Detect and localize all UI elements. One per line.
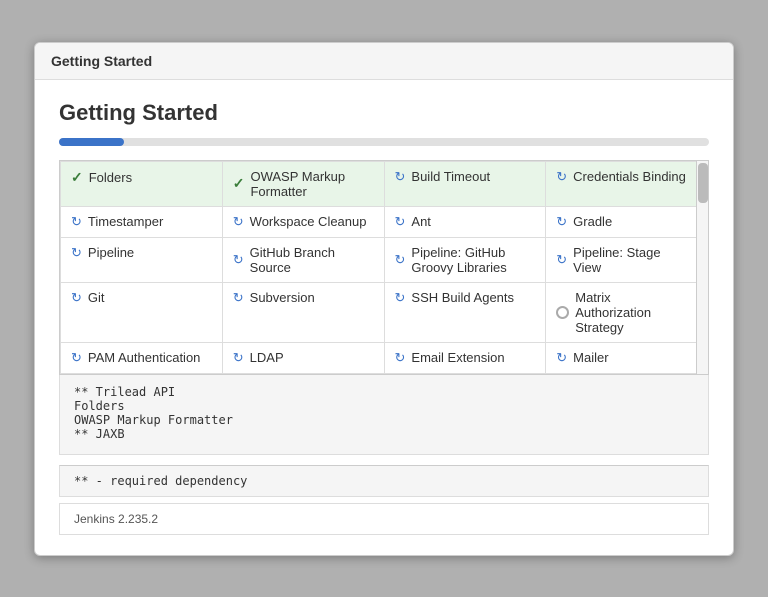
table-cell: ↻ GitHub Branch Source [222,237,384,282]
sync-icon: ↻ [395,252,406,268]
table-cell: ↻ PAM Authentication [61,342,223,373]
scrollbar-thumb[interactable] [698,163,708,203]
table-cell: ✓ OWASP Markup Formatter [222,161,384,206]
info-line: ** Trilead API [74,385,694,399]
plugin-name: Subversion [250,290,315,305]
sync-icon: ↻ [233,252,244,268]
plugins-table-wrapper: ✓ Folders ✓ OWASP Markup Formatter ↻ Build Ti… [59,160,709,375]
window-titlebar: Getting Started [35,43,733,80]
table-cell: ↻ Build Timeout [384,161,546,206]
sync-icon: ↻ [71,245,82,261]
plugin-name: Pipeline [88,245,134,260]
footer-note: ** - required dependency [59,465,709,497]
circle-icon [556,306,569,319]
progress-bar-container [59,138,709,146]
table-cell: ↻ Ant [384,206,546,237]
table-cell: ↻ Pipeline: Stage View [546,237,708,282]
progress-bar-fill [59,138,124,146]
plugin-name: LDAP [250,350,284,365]
table-cell: ↻ Timestamper [61,206,223,237]
plugins-table: ✓ Folders ✓ OWASP Markup Formatter ↻ Build Ti… [60,161,708,374]
sync-icon: ↻ [395,290,406,306]
plugin-name: Email Extension [411,350,504,365]
sync-icon: ↻ [71,214,82,230]
sync-icon: ↻ [395,350,406,366]
plugin-name: GitHub Branch Source [250,245,374,275]
info-line: OWASP Markup Formatter [74,413,694,427]
plugin-name: Matrix Authorization Strategy [575,290,689,335]
table-cell: ↻ Mailer [546,342,708,373]
sync-icon: ↻ [233,214,244,230]
sync-icon: ↻ [556,214,567,230]
sync-icon: ↻ [395,214,406,230]
table-cell: ↻ LDAP [222,342,384,373]
scrollbar-indicator[interactable] [696,161,708,374]
table-cell: ↻ Credentials Binding [546,161,708,206]
plugin-name: Pipeline: GitHub Groovy Libraries [411,245,535,275]
plugin-name: Ant [411,214,431,229]
table-cell: ✓ Folders [61,161,223,206]
plugin-name: Build Timeout [411,169,490,184]
sync-icon: ↻ [556,350,567,366]
plugin-name: Credentials Binding [573,169,686,184]
table-cell: ↻ SSH Build Agents [384,282,546,342]
sync-icon: ↻ [233,290,244,306]
sync-icon: ↻ [233,350,244,366]
table-cell: Matrix Authorization Strategy [546,282,708,342]
plugin-name: Workspace Cleanup [250,214,367,229]
info-line: ** JAXB [74,427,694,441]
plugin-name: Pipeline: Stage View [573,245,689,275]
window-title: Getting Started [51,53,152,69]
table-cell: ↻ Pipeline [61,237,223,282]
sync-icon: ↻ [71,350,82,366]
table-cell: ↻ Gradle [546,206,708,237]
table-cell: ↻ Pipeline: GitHub Groovy Libraries [384,237,546,282]
info-box: ** Trilead APIFoldersOWASP Markup Format… [59,375,709,455]
check-icon: ✓ [233,175,245,192]
plugin-name: Mailer [573,350,608,365]
jenkins-version: Jenkins 2.235.2 [59,503,709,535]
plugin-name: PAM Authentication [88,350,201,365]
check-icon: ✓ [71,169,83,186]
page-title: Getting Started [59,100,709,126]
plugin-name: Git [88,290,105,305]
table-cell: ↻ Subversion [222,282,384,342]
info-line: Folders [74,399,694,413]
table-cell: ↻ Git [61,282,223,342]
table-cell: ↻ Email Extension [384,342,546,373]
table-cell: ↻ Workspace Cleanup [222,206,384,237]
window-body: Getting Started ✓ Folders ✓ OWASP Markup Fo… [35,80,733,555]
plugin-name: Timestamper [88,214,163,229]
main-window: Getting Started Getting Started ✓ Folders… [34,42,734,556]
plugin-name: Gradle [573,214,612,229]
sync-icon: ↻ [71,290,82,306]
plugin-name: OWASP Markup Formatter [250,169,373,199]
sync-icon: ↻ [395,169,406,185]
sync-icon: ↻ [556,169,567,185]
plugin-name: Folders [89,170,132,185]
plugin-name: SSH Build Agents [411,290,514,305]
plugins-table-outer: ✓ Folders ✓ OWASP Markup Formatter ↻ Build Ti… [59,160,709,375]
sync-icon: ↻ [556,252,567,268]
